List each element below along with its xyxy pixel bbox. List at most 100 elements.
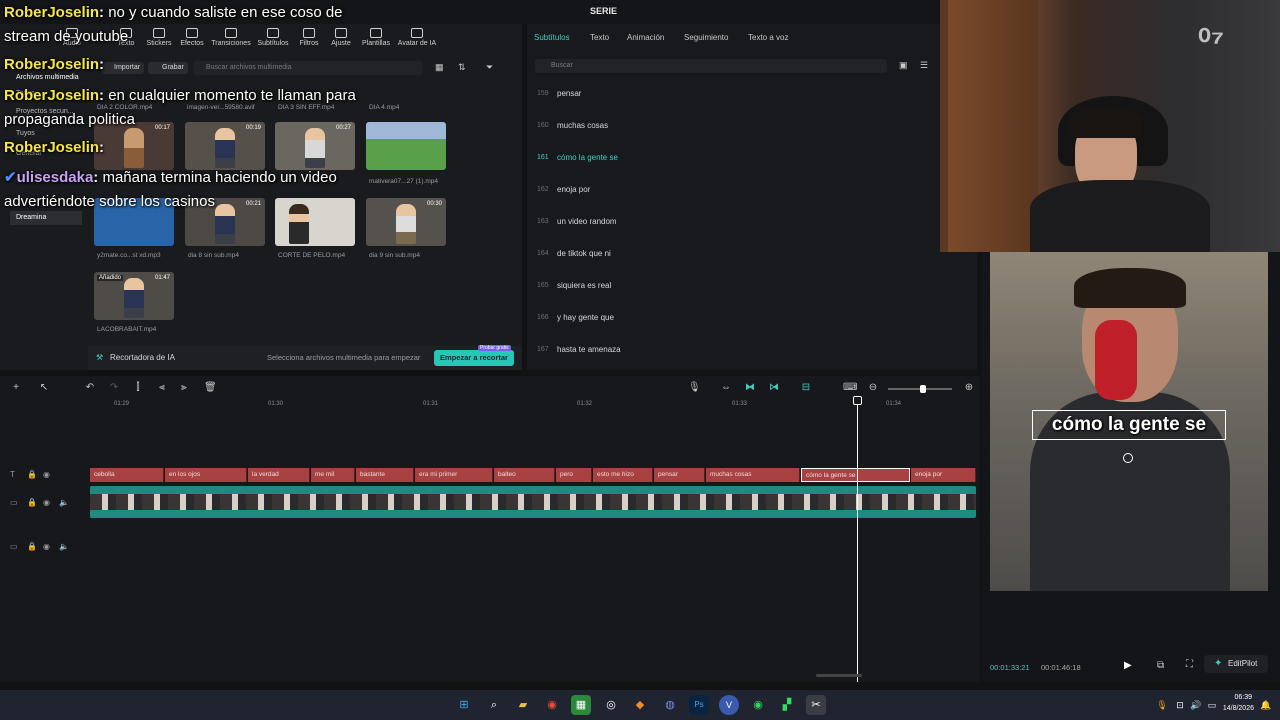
- media-thumbnail[interactable]: 00:19: [185, 122, 265, 170]
- subtitle-clip[interactable]: balteo: [494, 468, 555, 482]
- start-cutting-button[interactable]: Empezar a recortar: [434, 350, 514, 366]
- toolbar-effects[interactable]: Efectos: [170, 28, 214, 47]
- tab-text[interactable]: Texto: [590, 33, 609, 42]
- subtitle-clip-selected[interactable]: cómo la gente se: [801, 468, 910, 482]
- media-thumbnail[interactable]: 00:30: [366, 198, 446, 246]
- caption-overlay[interactable]: cómo la gente se: [1032, 410, 1226, 440]
- subtitle-row[interactable]: 165 siquiera es real: [537, 279, 967, 311]
- windows-start-icon[interactable]: ⊞: [454, 695, 474, 715]
- tab-text-to-speech[interactable]: Texto a voz: [748, 33, 788, 42]
- subtitle-row[interactable]: 159 pensar: [537, 87, 967, 119]
- subtitle-row-active[interactable]: 161 cómo la gente se: [537, 151, 967, 183]
- tab-tracking[interactable]: Seguimiento: [684, 33, 728, 42]
- file-explorer-icon[interactable]: ▰: [513, 695, 533, 715]
- timeline-scrollbar[interactable]: [816, 674, 862, 677]
- tab-subtitles[interactable]: Subtítulos: [534, 33, 570, 42]
- subtitle-clip[interactable]: pensar: [654, 468, 705, 482]
- toolbar-templates[interactable]: Plantillas: [354, 28, 398, 47]
- redo-icon[interactable]: ↷: [108, 382, 120, 394]
- audio-toggle-icon[interactable]: 🔈: [59, 542, 69, 551]
- media-search-input[interactable]: Buscar archivos multimedia: [194, 61, 422, 75]
- nav-dreamina[interactable]: Dreamina: [10, 211, 82, 225]
- visibility-icon[interactable]: ◉: [43, 542, 50, 551]
- preview-video[interactable]: cómo la gente se: [990, 252, 1268, 591]
- visibility-icon[interactable]: ◉: [43, 470, 50, 479]
- filter-dropdown-icon[interactable]: ⏷: [486, 62, 493, 73]
- zoom-out-icon[interactable]: ⊖: [867, 382, 879, 394]
- preview-axis-icon[interactable]: ⊟: [800, 382, 812, 394]
- add-icon[interactable]: +: [10, 382, 22, 394]
- lock-icon[interactable]: 🔒: [27, 542, 37, 551]
- search-icon[interactable]: ⌕: [484, 695, 504, 715]
- subtitle-clip[interactable]: cebolla: [90, 468, 164, 482]
- subtitle-clip[interactable]: era mi primer: [415, 468, 493, 482]
- visibility-icon[interactable]: ◉: [43, 498, 50, 507]
- tab-animation[interactable]: Animación: [627, 33, 664, 42]
- playhead-handle[interactable]: [853, 396, 862, 405]
- subtitle-row[interactable]: 162 enoja por: [537, 183, 967, 215]
- select-tool-icon[interactable]: ↖: [38, 382, 50, 394]
- video-track-clip[interactable]: [90, 486, 976, 518]
- import-button[interactable]: Importar: [102, 62, 144, 74]
- toolbar-transitions[interactable]: Transiciones: [209, 28, 253, 47]
- media-thumbnail[interactable]: 00:27: [275, 122, 355, 170]
- image-icon[interactable]: ▣: [899, 60, 908, 71]
- media-thumbnail[interactable]: Añadido 01:47: [94, 272, 174, 320]
- subtitle-row[interactable]: 167 hasta te amenaza: [537, 343, 967, 375]
- minecraft-icon[interactable]: ▦: [571, 695, 591, 715]
- link-icon[interactable]: ⇔: [720, 382, 732, 394]
- mic-tray-icon[interactable]: 🎙: [1152, 695, 1172, 715]
- subtitle-clip[interactable]: la verdad: [248, 468, 310, 482]
- subtitle-clip[interactable]: bastante: [356, 468, 414, 482]
- chrome-icon[interactable]: ◉: [542, 695, 562, 715]
- discord-icon[interactable]: ◍: [660, 695, 680, 715]
- clock-time[interactable]: 06:39: [1222, 694, 1252, 701]
- caption-icon[interactable]: ⌨: [843, 382, 857, 394]
- subtitle-clip[interactable]: muchas cosas: [706, 468, 800, 482]
- subtitle-row[interactable]: 163 un video random: [537, 215, 967, 247]
- grid-view-icon[interactable]: ▦: [435, 62, 444, 73]
- subtitle-row[interactable]: 166 y hay gente que: [537, 311, 967, 343]
- subtitle-clip[interactable]: me mil: [311, 468, 355, 482]
- media-thumbnail[interactable]: [366, 122, 446, 170]
- record-button[interactable]: Grabar: [148, 62, 188, 74]
- obs-icon[interactable]: ◎: [601, 695, 621, 715]
- subtitle-search-input[interactable]: Buscar: [535, 59, 887, 73]
- subtitle-row[interactable]: 160 muchas cosas: [537, 119, 967, 151]
- magnet-icon[interactable]: ⧓: [744, 382, 756, 394]
- subtitle-clip[interactable]: pero: [556, 468, 592, 482]
- subtitle-clip[interactable]: esto me hizo: [593, 468, 653, 482]
- split-left-icon[interactable]: ⫷: [156, 382, 168, 394]
- fullscreen-icon[interactable]: ⛶: [1186, 659, 1193, 670]
- play-icon[interactable]: ▶: [1124, 660, 1132, 671]
- mic-icon[interactable]: 🎙: [688, 382, 701, 394]
- subtitle-clip[interactable]: enoja por: [911, 468, 976, 482]
- list-settings-icon[interactable]: ☰: [920, 60, 928, 71]
- rotate-handle-icon[interactable]: [1123, 453, 1133, 463]
- crop-icon[interactable]: ⧉: [1157, 660, 1164, 671]
- delete-icon[interactable]: 🗑: [204, 382, 217, 394]
- clock-date[interactable]: 14/8/2026: [1212, 705, 1254, 712]
- fl-studio-icon[interactable]: ◆: [630, 695, 650, 715]
- subtitle-row[interactable]: 164 de tiktok que ni: [537, 247, 967, 279]
- playhead[interactable]: [857, 398, 858, 682]
- undo-icon[interactable]: ↶: [84, 382, 96, 394]
- toolbar-ai-avatar[interactable]: Avatar de IA: [394, 28, 440, 47]
- zoom-in-icon[interactable]: ⊕: [963, 382, 975, 394]
- capcut-icon[interactable]: ✂: [806, 695, 826, 715]
- subtitle-clip[interactable]: en los ojos: [165, 468, 247, 482]
- audio-toggle-icon[interactable]: 🔈: [59, 498, 69, 507]
- photoshop-icon[interactable]: Ps: [689, 695, 709, 715]
- snap-icon[interactable]: ⧒: [768, 382, 780, 394]
- lock-icon[interactable]: 🔒: [27, 470, 37, 479]
- split-icon[interactable]: ⫿: [132, 382, 144, 394]
- split-right-icon[interactable]: ⫸: [178, 382, 190, 394]
- lock-icon[interactable]: 🔒: [27, 498, 37, 507]
- media-thumbnail[interactable]: [275, 198, 355, 246]
- spotify-icon[interactable]: ◉: [748, 695, 768, 715]
- kick-icon[interactable]: ▞: [777, 695, 797, 715]
- vpn-icon[interactable]: V: [719, 695, 739, 715]
- notification-icon[interactable]: 🔔: [1256, 695, 1276, 715]
- zoom-slider[interactable]: [888, 385, 952, 393]
- sort-icon[interactable]: ⇅: [458, 62, 466, 73]
